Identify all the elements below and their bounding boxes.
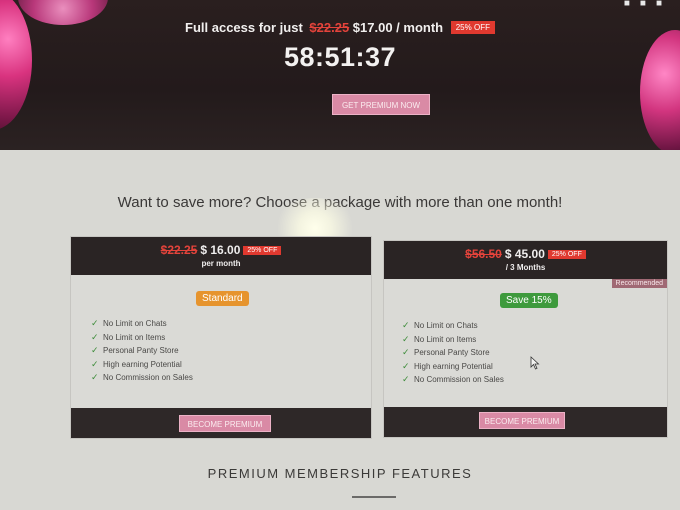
- section-divider: [352, 496, 396, 498]
- promo-banner: ■■■ Full access for just $22.25 $17.00 /…: [0, 0, 680, 150]
- recommended-ribbon: Recommended: [611, 279, 667, 288]
- check-icon: ✓: [91, 372, 99, 382]
- old-price: $56.50: [465, 247, 502, 261]
- feature-item: ✓ Personal Panty Store: [402, 346, 504, 360]
- package-card-3-months: $56.50 $ 45.00 25% OFF / 3 Months Recommen…: [383, 240, 668, 438]
- become-premium-button[interactable]: BECOME PREMIUM: [479, 412, 565, 429]
- offer-line: Full access for just $22.25 $17.00 / mon…: [0, 20, 680, 35]
- card-footer: BECOME PREMIUM: [384, 407, 667, 437]
- get-premium-button[interactable]: GET PREMIUM NOW: [332, 94, 430, 115]
- check-icon: ✓: [402, 360, 410, 371]
- feature-item: ✓ Personal Panty Store: [91, 344, 193, 358]
- old-price: $22.25: [309, 20, 350, 35]
- feature-list: ✓ No Limit on Chats ✓ No Limit on Items ✓ P…: [91, 317, 193, 385]
- package-price-header: $56.50 $ 45.00 25% OFF / 3 Months: [384, 241, 667, 279]
- feature-list: ✓ No Limit on Chats ✓ No Limit on Items ✓ P…: [402, 319, 504, 387]
- card-footer: BECOME PREMIUM: [71, 408, 371, 438]
- new-price: $17.00 / month: [352, 20, 444, 35]
- new-price: $ 45.00: [504, 247, 545, 261]
- discount-badge: 25% OFF: [450, 21, 495, 34]
- check-icon: ✓: [91, 318, 99, 328]
- feature-item: ✓ No Limit on Chats: [91, 317, 193, 331]
- check-icon: ✓: [402, 347, 410, 357]
- countdown-timer: 58:51:37: [283, 42, 397, 72]
- billing-period: per month: [201, 259, 241, 268]
- section-title: PREMIUM MEMBERSHIP FEATURES: [207, 466, 473, 481]
- check-icon: ✓: [402, 320, 410, 330]
- offer-prefix: Full access for just: [185, 20, 303, 35]
- cursor-icon: [530, 356, 540, 370]
- package-price-header: $22.25 $ 16.00 25% OFF per month: [71, 237, 371, 275]
- old-price: $22.25: [160, 243, 198, 257]
- feature-item: ✓ High earning Potential: [91, 358, 193, 372]
- package-tag: Standard: [196, 291, 249, 306]
- new-price: $ 16.00: [200, 243, 241, 257]
- feature-item: ✓ No Commission on Sales: [91, 371, 193, 385]
- billing-period: / 3 Months: [505, 263, 546, 272]
- feature-item: ✓ No Limit on Chats: [402, 319, 504, 333]
- discount-badge: 25% OFF: [243, 246, 282, 255]
- check-icon: ✓: [91, 345, 99, 355]
- check-icon: ✓: [91, 358, 99, 369]
- check-icon: ✓: [91, 331, 99, 342]
- become-premium-button[interactable]: BECOME PREMIUM: [179, 415, 271, 432]
- package-tag: Save 15%: [500, 293, 558, 308]
- package-card-standard: $22.25 $ 16.00 25% OFF per month Standard …: [70, 236, 372, 439]
- page-headline: Want to save more? Choose a package with…: [117, 194, 563, 211]
- check-icon: ✓: [402, 333, 410, 344]
- feature-item: ✓ No Commission on Sales: [402, 373, 504, 387]
- discount-badge: 25% OFF: [547, 250, 586, 259]
- feature-item: ✓ High earning Potential: [402, 360, 504, 374]
- feature-item: ✓ No Limit on Items: [402, 333, 504, 347]
- check-icon: ✓: [402, 374, 410, 384]
- header-icons[interactable]: ■■■: [624, 0, 672, 9]
- feature-item: ✓ No Limit on Items: [91, 331, 193, 345]
